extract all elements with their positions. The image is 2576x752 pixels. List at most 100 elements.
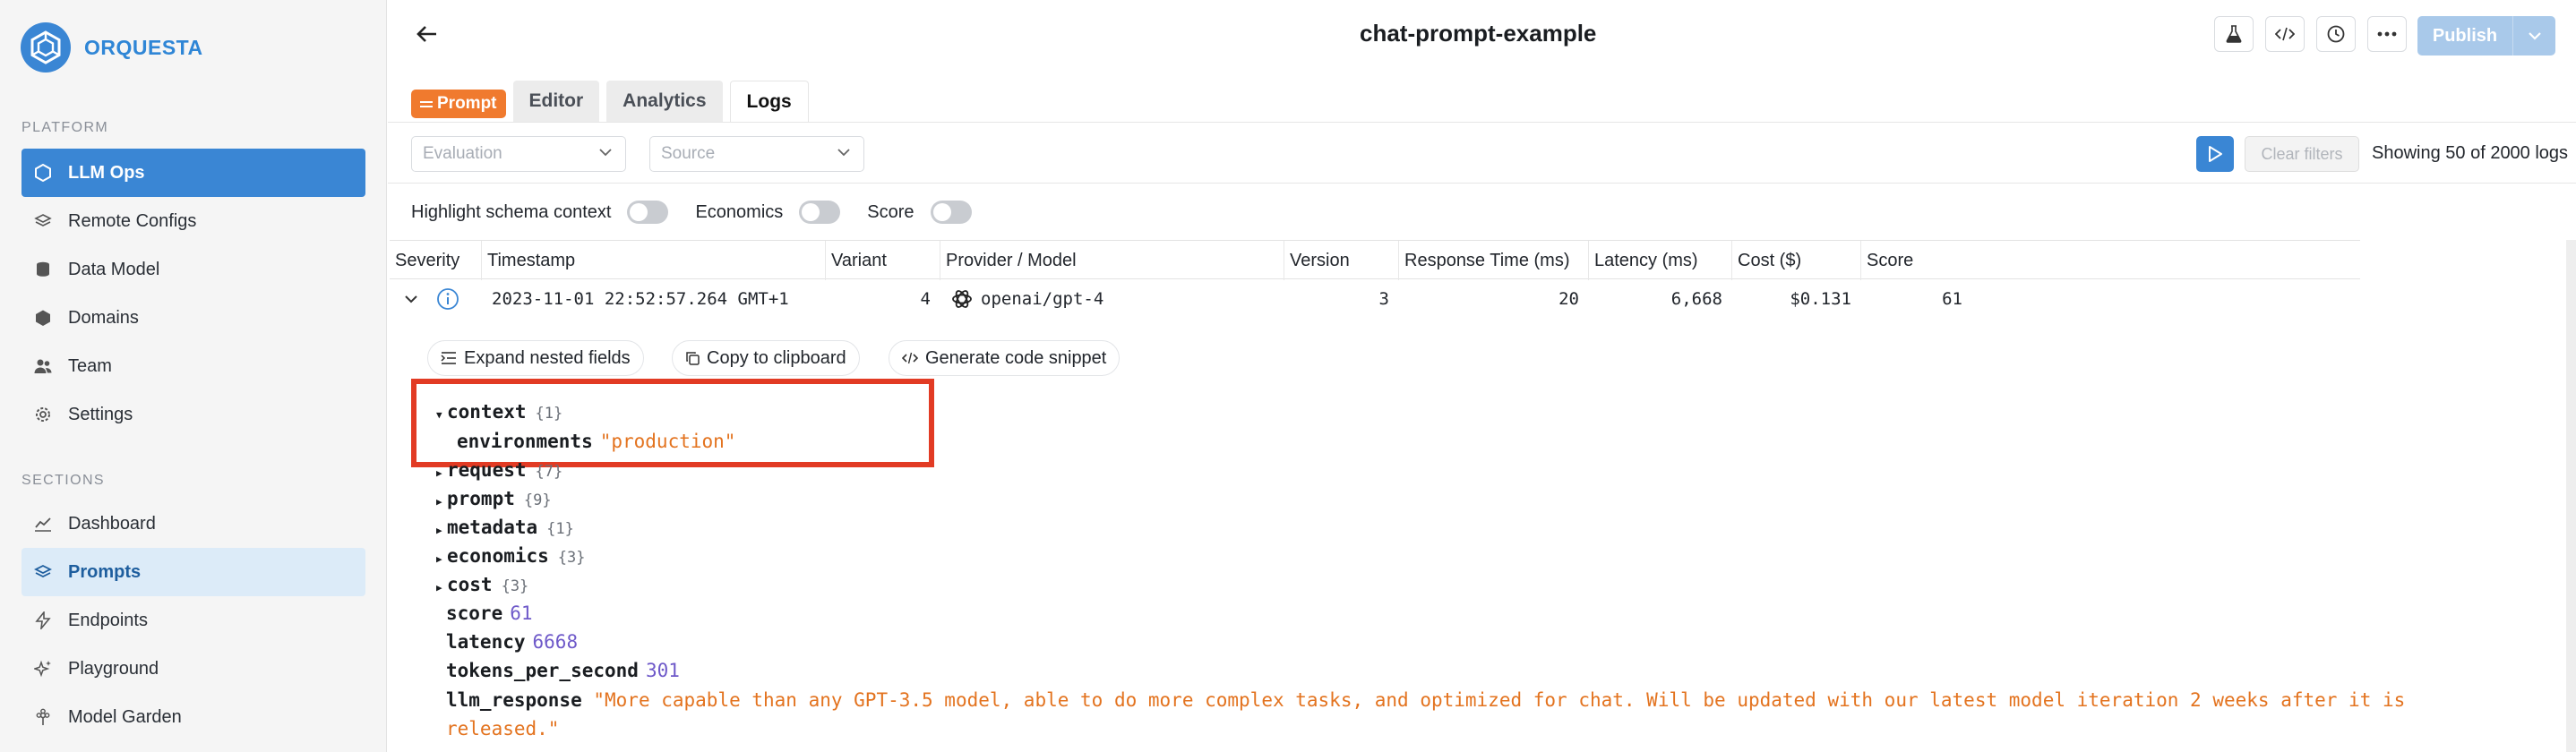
sidebar-item-label: Endpoints xyxy=(68,610,148,630)
copy-clipboard-label: Copy to clipboard xyxy=(707,347,846,368)
hexagon-icon xyxy=(34,164,52,182)
flask-icon xyxy=(2226,25,2242,43)
source-placeholder: Source xyxy=(661,144,716,163)
cell-cost: $0.131 xyxy=(1790,289,1851,309)
score-toggle[interactable] xyxy=(930,201,972,224)
sidebar-item-label: Settings xyxy=(68,404,133,424)
caret-right-icon xyxy=(436,581,447,594)
main-content: chat-prompt-example Publish Prompt Edito… xyxy=(388,0,2576,752)
layers-icon xyxy=(34,563,52,581)
more-button[interactable] xyxy=(2367,16,2407,52)
sections-section-label: SECTIONS xyxy=(21,473,105,488)
sidebar-item-playground[interactable]: Playground xyxy=(21,645,365,693)
table-header: Severity Timestamp Variant Provider / Mo… xyxy=(390,240,2360,280)
cube-icon xyxy=(34,309,52,327)
history-button[interactable] xyxy=(2316,16,2356,52)
economics-toggle[interactable] xyxy=(799,201,841,224)
sidebar-item-data-model[interactable]: Data Model xyxy=(21,245,365,294)
sidebar-item-remote-configs[interactable]: Remote Configs xyxy=(21,197,365,245)
tab-divider xyxy=(388,122,2576,123)
column-header-provider-model[interactable]: Provider / Model xyxy=(940,241,1284,280)
chevron-down-icon xyxy=(599,149,612,157)
column-header-score[interactable]: Score xyxy=(1860,241,1971,280)
column-header-cost[interactable]: Cost ($) xyxy=(1731,241,1860,280)
vertical-scrollbar[interactable] xyxy=(2566,240,2576,752)
column-header-version[interactable]: Version xyxy=(1284,241,1398,280)
sidebar: ORQUESTA PLATFORM LLM Ops Remote Configs… xyxy=(0,0,387,752)
json-node-economics[interactable]: economics{3} xyxy=(436,545,586,567)
table-row[interactable]: 2023-11-01 22:52:57.264 GMT+1 4 openai/g… xyxy=(390,279,2360,319)
cell-provider-model: openai/gpt-4 xyxy=(950,279,1103,319)
publish-dropdown-toggle[interactable] xyxy=(2513,31,2555,40)
sidebar-item-prompts[interactable]: Prompts xyxy=(21,548,365,596)
clear-filters-button[interactable]: Clear filters xyxy=(2245,136,2359,172)
cell-variant: 4 xyxy=(920,289,931,309)
caret-right-icon xyxy=(436,524,447,537)
highlight-schema-toggle[interactable] xyxy=(627,201,669,224)
sidebar-item-domains[interactable]: Domains xyxy=(21,294,365,342)
column-header-severity[interactable]: Severity xyxy=(390,241,481,280)
filters-divider xyxy=(388,183,2576,184)
copy-icon xyxy=(685,351,700,365)
json-node-cost[interactable]: cost{3} xyxy=(436,574,528,595)
cell-score: 61 xyxy=(1942,289,1962,309)
code-button[interactable] xyxy=(2265,16,2305,52)
users-icon xyxy=(34,357,52,375)
json-node-request[interactable]: request{7} xyxy=(436,459,562,481)
copy-clipboard-button[interactable]: Copy to clipboard xyxy=(672,340,860,376)
source-select[interactable]: Source xyxy=(649,136,864,172)
back-button[interactable] xyxy=(413,20,442,48)
sidebar-item-label: Dashboard xyxy=(68,513,156,534)
sidebar-item-endpoints[interactable]: Endpoints xyxy=(21,596,365,645)
tab-editor[interactable]: Editor xyxy=(512,81,600,122)
sparkles-icon xyxy=(34,660,52,678)
column-header-timestamp[interactable]: Timestamp xyxy=(481,241,825,280)
logs-table: Severity Timestamp Variant Provider / Mo… xyxy=(390,240,2360,319)
layers-icon xyxy=(34,212,52,230)
bolt-icon xyxy=(34,611,52,629)
filters-bar: Evaluation Source Clear filters Showing … xyxy=(411,136,2568,172)
logo[interactable]: ORQUESTA xyxy=(20,21,203,73)
generate-snippet-button[interactable]: Generate code snippet xyxy=(889,340,1121,376)
log-count: Showing 50 of 2000 logs xyxy=(2372,143,2569,163)
publish-button[interactable]: Publish xyxy=(2417,16,2555,56)
sidebar-item-label: Prompts xyxy=(68,561,142,582)
publish-label: Publish xyxy=(2432,25,2498,46)
model-name: openai/gpt-4 xyxy=(981,289,1104,309)
code-icon xyxy=(902,351,918,365)
brand-name: ORQUESTA xyxy=(84,35,203,59)
test-button[interactable] xyxy=(2214,16,2254,52)
expand-nested-button[interactable]: Expand nested fields xyxy=(427,340,644,376)
platform-section-label: PLATFORM xyxy=(21,120,109,135)
column-header-response-time[interactable]: Response Time (ms) xyxy=(1398,241,1588,280)
evaluation-select[interactable]: Evaluation xyxy=(411,136,626,172)
json-node-metadata[interactable]: metadata{1} xyxy=(436,517,574,538)
row-expand-toggle[interactable] xyxy=(404,279,422,319)
tab-analytics[interactable]: Analytics xyxy=(606,81,723,122)
json-node-tokens-per-second: tokens_per_second 301 xyxy=(446,660,680,681)
orquesta-logo-icon xyxy=(21,22,71,73)
tabs: Prompt Editor Analytics Logs xyxy=(411,81,809,122)
sidebar-item-label: Remote Configs xyxy=(68,210,197,231)
column-header-latency[interactable]: Latency (ms) xyxy=(1588,241,1731,280)
sidebar-item-settings[interactable]: Settings xyxy=(21,390,365,439)
sidebar-item-label: Team xyxy=(68,355,112,376)
more-icon xyxy=(2377,31,2397,37)
sidebar-item-team[interactable]: Team xyxy=(21,342,365,390)
gear-icon xyxy=(34,406,52,423)
sidebar-item-dashboard[interactable]: Dashboard xyxy=(21,500,365,548)
sidebar-item-model-garden[interactable]: Model Garden xyxy=(21,693,365,741)
json-node-prompt[interactable]: prompt{9} xyxy=(436,488,552,509)
sidebar-item-label: LLM Ops xyxy=(68,162,145,183)
toggles-bar: Highlight schema context Economics Score xyxy=(411,199,999,226)
column-header-variant[interactable]: Variant xyxy=(825,241,940,280)
cell-version: 3 xyxy=(1378,289,1389,309)
run-filter-button[interactable] xyxy=(2196,136,2234,172)
sidebar-item-llm-ops[interactable]: LLM Ops xyxy=(21,149,365,197)
highlight-box xyxy=(411,379,934,467)
prompt-badge-label: Prompt xyxy=(437,94,497,113)
cell-latency: 6,668 xyxy=(1670,289,1722,309)
chart-line-icon xyxy=(34,515,52,533)
caret-right-icon xyxy=(436,466,447,480)
tab-logs[interactable]: Logs xyxy=(729,81,809,122)
